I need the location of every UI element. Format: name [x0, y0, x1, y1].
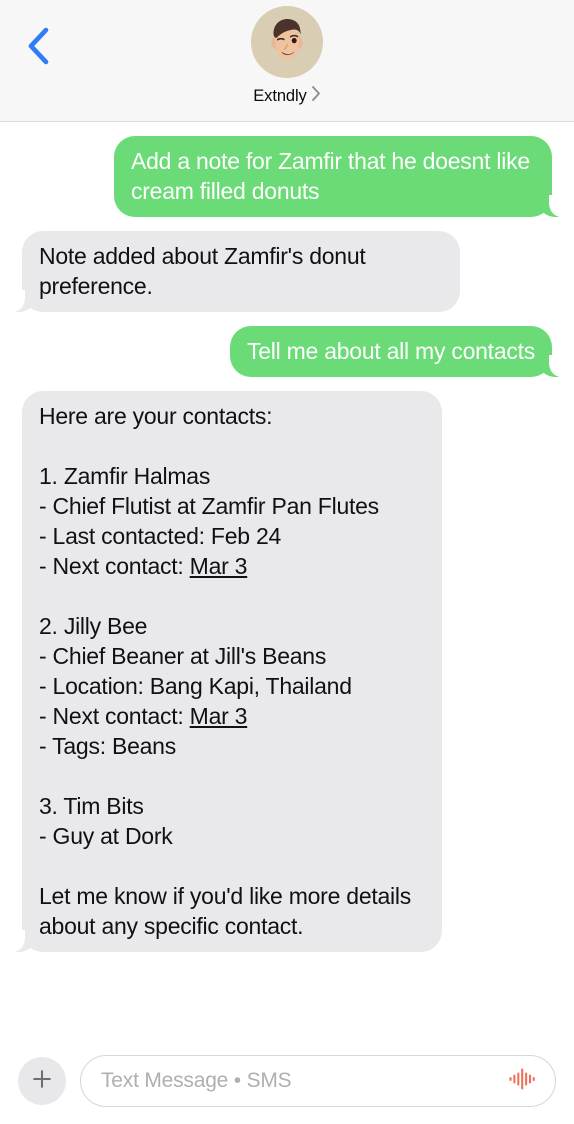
navigation-bar: Extndly	[0, 0, 574, 122]
date-detector-link[interactable]: Mar 3	[190, 553, 248, 579]
plus-icon	[30, 1067, 54, 1096]
audio-message-button[interactable]	[505, 1066, 539, 1096]
memoji-avatar-icon	[251, 6, 323, 78]
message-row: Add a note for Zamfir that he doesnt lik…	[0, 136, 574, 217]
contact-name: Extndly	[253, 86, 307, 105]
message-bubble-outgoing[interactable]: Tell me about all my contacts	[229, 326, 562, 377]
message-bubble-incoming[interactable]: Note added about Zamfir's donut preferen…	[13, 231, 460, 312]
avatar[interactable]	[251, 6, 323, 78]
contact-name-row[interactable]: Extndly	[253, 85, 320, 107]
chevron-right-icon	[311, 85, 321, 107]
date-detector-link[interactable]: Mar 3	[190, 703, 248, 729]
message-bubble-outgoing[interactable]: Add a note for Zamfir that he doesnt lik…	[114, 136, 561, 217]
message-row: Tell me about all my contacts	[0, 326, 574, 377]
contact-header[interactable]: Extndly	[0, 6, 574, 107]
message-thread[interactable]: Add a note for Zamfir that he doesnt lik…	[0, 122, 574, 1038]
message-row: Here are your contacts: 1. Zamfir Halmas -…	[0, 391, 574, 952]
message-input[interactable]: Text Message • SMS	[101, 1069, 505, 1093]
message-input-bar: Text Message • SMS	[0, 1038, 574, 1124]
audio-waveform-icon	[508, 1066, 536, 1097]
add-attachment-button[interactable]	[18, 1057, 66, 1105]
message-row: Note added about Zamfir's donut preferen…	[0, 231, 574, 312]
compose-field[interactable]: Text Message • SMS	[80, 1055, 556, 1107]
message-bubble-incoming-contacts[interactable]: Here are your contacts: 1. Zamfir Halmas -…	[13, 391, 442, 952]
